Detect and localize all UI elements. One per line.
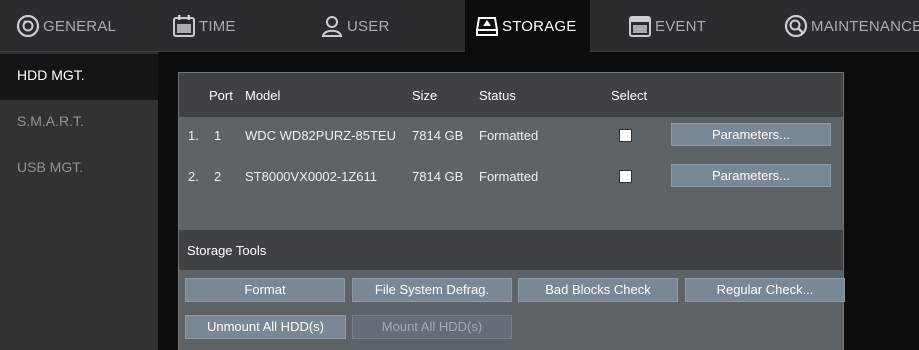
parameters-button[interactable]: Parameters...	[671, 164, 831, 187]
hdd-panel: Port Model Size Status Select 1. 1 WDC W…	[178, 72, 845, 350]
event-icon	[628, 14, 652, 38]
tab-general[interactable]: GENERAL	[16, 0, 116, 52]
row-model: ST8000VX0002-1Z611	[245, 169, 378, 184]
table-row[interactable]: 2. 2 ST8000VX0002-1Z611 7814 GB Formatte…	[179, 162, 843, 192]
parameters-button[interactable]: Parameters...	[671, 123, 831, 146]
storage-tools-title: Storage Tools	[187, 243, 267, 258]
sidebar-item-hdd-mgt[interactable]: HDD MGT.	[0, 54, 158, 100]
header-port: Port	[209, 88, 233, 103]
regular-check-button[interactable]: Regular Check...	[685, 278, 845, 302]
tab-label: MAINTENANCE	[811, 17, 919, 35]
sidebar: HDD MGT. S.M.A.R.T. USB MGT.	[0, 52, 158, 350]
tab-storage[interactable]: STORAGE	[465, 0, 590, 52]
table-row[interactable]: 1. 1 WDC WD82PURZ-85TEU 7814 GB Formatte…	[179, 121, 843, 151]
tab-user[interactable]: USER	[320, 0, 389, 52]
header-size: Size	[412, 88, 438, 103]
mount-all-hdd-button: Mount All HDD(s)	[352, 315, 512, 339]
gear-icon	[16, 14, 40, 38]
table-header: Port Model Size Status Select	[179, 73, 843, 117]
row-model: WDC WD82PURZ-85TEU	[245, 128, 396, 143]
user-icon	[320, 14, 344, 38]
tab-label: USER	[347, 17, 390, 35]
row-index: 1.	[188, 128, 199, 143]
unmount-all-hdd-button[interactable]: Unmount All HDD(s)	[185, 315, 346, 339]
row-index: 2.	[188, 169, 199, 184]
sidebar-item-label: S.M.A.R.T.	[17, 113, 84, 129]
storage-tools-header: Storage Tools	[179, 230, 843, 270]
main-content: Port Model Size Status Select 1. 1 WDC W…	[158, 52, 919, 350]
format-button[interactable]: Format	[185, 278, 345, 302]
storage-icon	[475, 14, 499, 38]
sidebar-item-smart[interactable]: S.M.A.R.T.	[0, 100, 158, 146]
maintenance-icon	[784, 14, 808, 38]
tab-event[interactable]: EVENT	[628, 0, 706, 52]
tab-label: STORAGE	[502, 17, 577, 35]
row-status: Formatted	[479, 128, 539, 143]
row-size: 7814 GB	[412, 169, 464, 184]
row-port: 1	[214, 128, 222, 143]
calendar-icon	[172, 14, 196, 38]
sidebar-item-label: USB MGT.	[17, 159, 84, 175]
row-status: Formatted	[479, 169, 539, 184]
top-tab-bar: GENERAL TIME USER STORAGE EVENT MAINTENA…	[0, 0, 919, 52]
select-checkbox[interactable]	[619, 170, 632, 183]
header-status: Status	[479, 88, 516, 103]
tab-label: TIME	[199, 17, 236, 35]
row-port: 2	[214, 169, 222, 184]
row-size: 7814 GB	[412, 128, 464, 143]
tab-maintenance[interactable]: MAINTENANCE	[784, 0, 919, 52]
tab-label: EVENT	[655, 17, 707, 35]
select-checkbox[interactable]	[619, 129, 632, 142]
header-select: Select	[611, 88, 648, 103]
tab-label: GENERAL	[43, 17, 117, 35]
header-model: Model	[245, 88, 281, 103]
sidebar-item-label: HDD MGT.	[17, 67, 85, 83]
tab-time[interactable]: TIME	[172, 0, 236, 52]
bad-blocks-check-button[interactable]: Bad Blocks Check	[518, 278, 678, 302]
sidebar-item-usb-mgt[interactable]: USB MGT.	[0, 146, 158, 192]
file-system-defrag-button[interactable]: File System Defrag.	[352, 278, 512, 302]
